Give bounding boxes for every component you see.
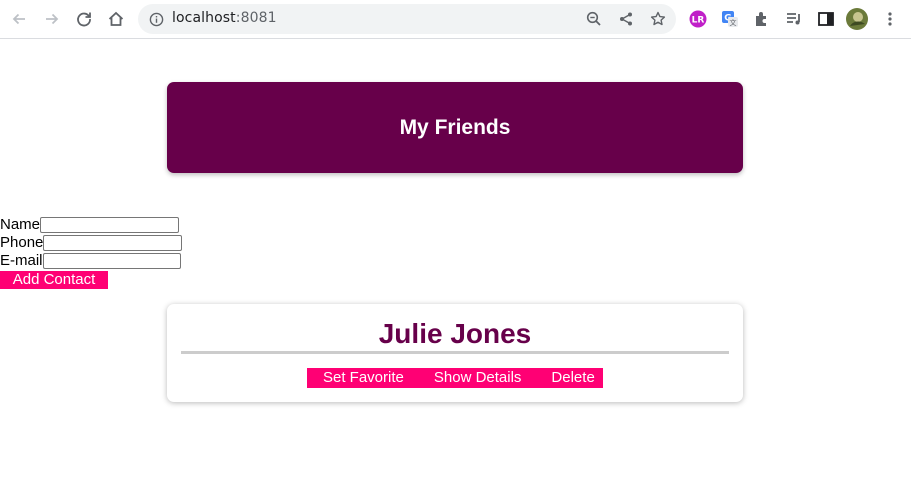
divider <box>181 351 729 354</box>
name-label: Name <box>0 216 41 233</box>
set-favorite-button[interactable]: Set Favorite <box>323 368 404 388</box>
home-icon[interactable] <box>104 7 128 31</box>
contact-name: Julie Jones <box>378 318 532 349</box>
svg-text:文: 文 <box>730 18 737 27</box>
url-text: localhost:8081 <box>172 10 277 26</box>
reload-icon[interactable] <box>72 7 96 31</box>
header-card: My Friends <box>167 82 743 173</box>
svg-text:LR: LR <box>692 16 705 26</box>
email-row: E-mail <box>0 252 182 270</box>
add-contact-form: Name Phone E-mail Add Contact <box>0 216 183 289</box>
contact-actions: Set Favorite Show Details Delete <box>307 368 603 388</box>
add-contact-button[interactable]: Add Contact <box>0 271 108 289</box>
forward-arrow-icon[interactable] <box>40 7 64 31</box>
url-port: :8081 <box>235 10 277 26</box>
profile-avatar[interactable] <box>846 8 868 30</box>
email-input[interactable] <box>42 253 181 269</box>
phone-row: Phone <box>0 234 183 252</box>
phone-label: Phone <box>0 234 44 251</box>
email-label: E-mail <box>0 252 43 269</box>
zoom-icon[interactable] <box>586 11 602 27</box>
translate-icon[interactable]: G文 <box>720 9 740 29</box>
puzzle-icon[interactable] <box>752 9 772 29</box>
kebab-menu-icon[interactable] <box>880 9 900 29</box>
name-input[interactable] <box>40 217 180 233</box>
address-bar[interactable]: localhost:8081 <box>138 4 676 34</box>
name-row: Name <box>0 216 182 234</box>
contact-card: Julie Jones Set Favorite Show Details De… <box>167 304 743 402</box>
url-host: localhost <box>172 10 236 26</box>
bookmark-star-icon[interactable] <box>650 11 666 27</box>
phone-input[interactable] <box>43 235 183 251</box>
share-icon[interactable] <box>618 11 634 27</box>
info-icon[interactable] <box>148 11 164 27</box>
show-details-button[interactable]: Show Details <box>434 368 522 388</box>
delete-button[interactable]: Delete <box>551 368 594 388</box>
side-panel-icon[interactable] <box>816 9 836 29</box>
media-control-icon[interactable] <box>784 9 804 29</box>
browser-toolbar: localhost:8081 LR G文 <box>0 0 911 39</box>
page-title: My Friends <box>399 115 511 139</box>
back-arrow-icon[interactable] <box>7 7 31 31</box>
extension-lr-icon[interactable]: LR <box>688 9 708 29</box>
